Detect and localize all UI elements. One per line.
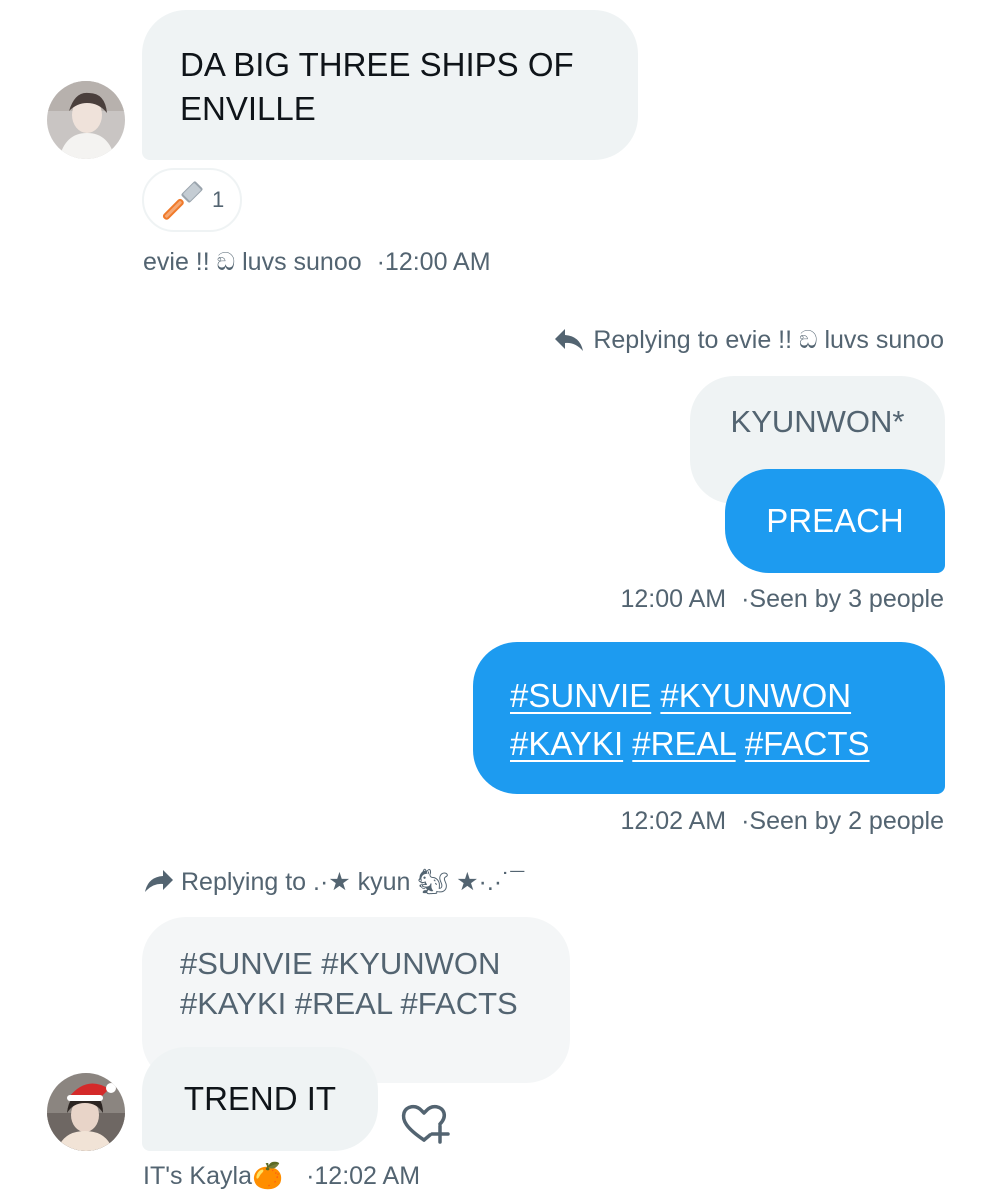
reaction-count: 1: [212, 187, 225, 212]
meta-separator: ·: [376, 248, 385, 276]
message-bubble[interactable]: PREACH: [725, 469, 945, 573]
timestamp: 12:02 AM: [620, 807, 727, 835]
message-bubble[interactable]: DA BIG THREE SHIPS OF ENVILLE: [142, 10, 638, 160]
timestamp: 12:00 AM: [384, 248, 491, 276]
hashtag-link[interactable]: #KAYKI: [510, 725, 623, 762]
add-reaction-heart-icon[interactable]: [400, 1102, 452, 1146]
sender-name[interactable]: evie !! ඞ luvs sunoo: [143, 248, 362, 276]
quoted-text-line-1: #SUNVIE #KYUNWON: [180, 946, 501, 981]
reply-arrow-icon: [553, 327, 585, 355]
quoted-text: KYUNWON*: [730, 404, 905, 439]
avatar-evie[interactable]: [47, 81, 125, 159]
message-meta: evie !! ඞ luvs sunoo ·12:00 AM: [143, 248, 491, 277]
replying-to-label[interactable]: Replying to .·★ kyun 🐿 ★·.·˙¯: [143, 867, 524, 897]
timestamp: 12:00 AM: [620, 585, 727, 613]
message-meta: IT's Kayla🍊 ·12:02 AM: [143, 1162, 420, 1191]
sender-name[interactable]: IT's Kayla🍊: [143, 1162, 283, 1190]
forward-arrow-icon: [143, 868, 175, 896]
replying-to-text: Replying to evie !! ඞ luvs sunoo: [593, 326, 944, 354]
hashtag-link[interactable]: #SUNVIE: [510, 677, 651, 714]
timestamp: 12:02 AM: [314, 1162, 421, 1190]
hashtag-link[interactable]: #REAL: [632, 725, 735, 762]
message-text-line-2: ENVILLE: [180, 90, 316, 127]
replying-to-text: Replying to .·★ kyun 🐿 ★·.·˙¯: [181, 868, 525, 896]
message-meta: 12:00 AM ·Seen by 3 people: [620, 585, 944, 614]
reaction-pill[interactable]: 1: [142, 168, 242, 232]
message-bubble[interactable]: #SUNVIE #KYUNWON #KAYKI #REAL #FACTS: [473, 642, 945, 794]
razor-icon: [160, 178, 204, 222]
avatar-kayla[interactable]: [47, 1073, 125, 1151]
hashtag-line-1: #SUNVIE #KYUNWON: [510, 672, 908, 720]
hashtag-link[interactable]: #FACTS: [745, 725, 870, 762]
quoted-text-line-2: #KAYKI #REAL #FACTS: [180, 986, 518, 1021]
hashtag-link[interactable]: #KYUNWON: [660, 677, 851, 714]
message-bubble[interactable]: TREND IT: [142, 1047, 378, 1151]
message-text-line-1: DA BIG THREE SHIPS OF: [180, 46, 574, 83]
message-text: TREND IT: [183, 1080, 337, 1117]
replying-to-label[interactable]: Replying to evie !! ඞ luvs sunoo: [553, 326, 944, 355]
seen-status: Seen by 3 people: [749, 585, 944, 613]
message-meta: 12:02 AM ·Seen by 2 people: [620, 807, 944, 836]
seen-status: Seen by 2 people: [749, 807, 944, 835]
hashtag-line-2: #KAYKI #REAL #FACTS: [510, 720, 908, 768]
message-text: PREACH: [766, 502, 904, 539]
